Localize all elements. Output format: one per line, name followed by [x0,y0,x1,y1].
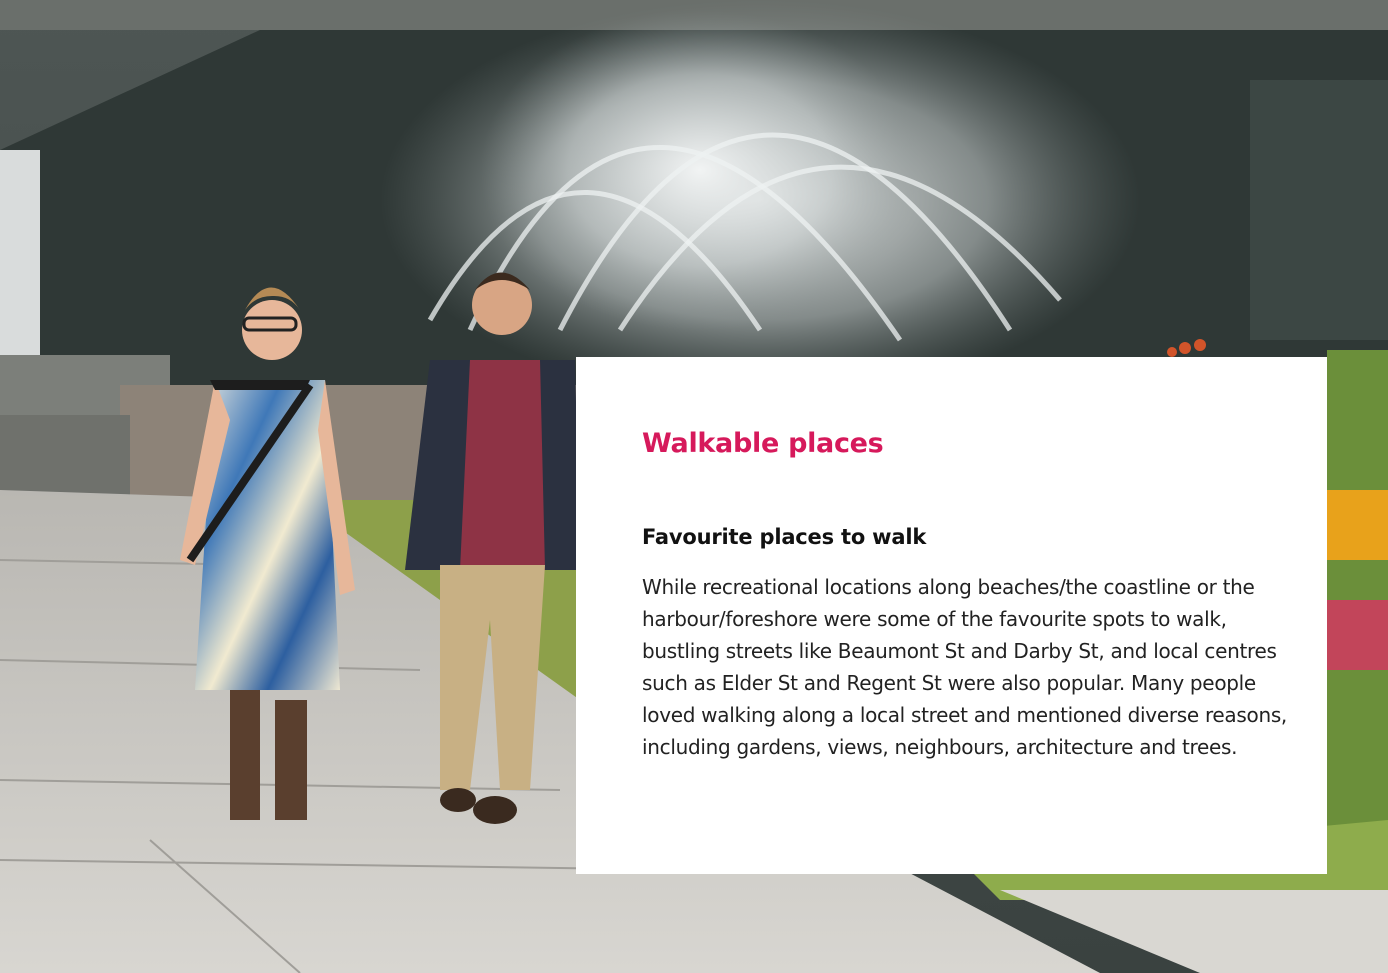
section-subheading: Favourite places to walk [642,525,927,549]
content-card: Walkable places Favourite places to walk… [576,357,1327,874]
hero-section: Walkable places Favourite places to walk… [0,0,1388,973]
section-body-text: While recreational locations along beach… [642,575,1287,759]
section-heading: Walkable places [642,428,884,459]
